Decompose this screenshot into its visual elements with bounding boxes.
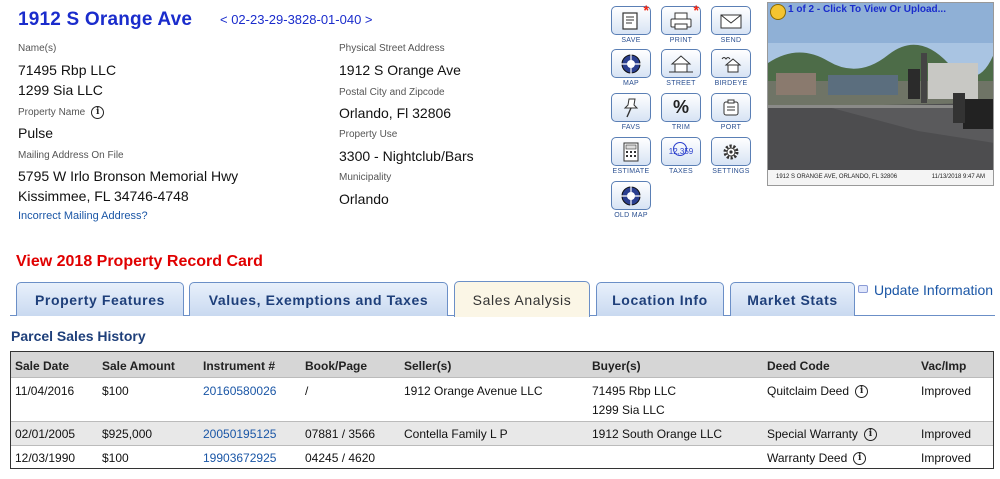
instrument-link[interactable]: 20160580026 bbox=[203, 384, 276, 398]
print-button[interactable]: * PRINT bbox=[659, 2, 703, 44]
page-title: 1912 S Orange Ave bbox=[18, 9, 193, 30]
incorrect-mailing-address-link[interactable]: Incorrect Mailing Address? bbox=[18, 210, 148, 222]
taxes-button[interactable]: 12,359 TAXES bbox=[659, 137, 703, 175]
col-deed-code: Deed Code bbox=[767, 359, 830, 373]
names-label: Name(s) bbox=[18, 43, 57, 54]
info-icon[interactable]: i bbox=[863, 428, 877, 442]
parcel-id-link[interactable]: < 02-23-29-3828-01-040 > bbox=[220, 12, 373, 27]
mailing-address-line1: 5795 W Irlo Bronson Memorial Hwy bbox=[18, 168, 239, 184]
taxes-magnifier-icon: 12,359 bbox=[669, 142, 693, 156]
save-icon bbox=[622, 11, 638, 30]
info-icon[interactable]: i bbox=[853, 452, 867, 466]
property-name-label-text: Property Name bbox=[18, 107, 86, 119]
postal-city-label: Postal City and Zipcode bbox=[339, 87, 445, 98]
printer-icon bbox=[670, 12, 692, 29]
tab-property-features[interactable]: Property Features bbox=[16, 282, 184, 316]
favs-button[interactable]: FAVS bbox=[609, 93, 653, 131]
property-name-value: Pulse bbox=[18, 125, 54, 141]
tab-values-exemptions-taxes[interactable]: Values, Exemptions and Taxes bbox=[189, 282, 448, 316]
property-name-label: Property Name i bbox=[18, 106, 105, 119]
star-icon: * bbox=[643, 2, 649, 18]
col-sale-date: Sale Date bbox=[15, 359, 70, 373]
camera-badge-icon bbox=[770, 4, 786, 20]
postal-city-value: Orlando, Fl 32806 bbox=[339, 105, 452, 121]
star-icon: * bbox=[693, 2, 699, 18]
trim-button[interactable]: % TRIM bbox=[659, 93, 703, 131]
tab-market-stats[interactable]: Market Stats bbox=[730, 282, 855, 316]
col-sale-amount: Sale Amount bbox=[102, 359, 175, 373]
calculator-icon bbox=[623, 142, 639, 161]
property-record-card-link[interactable]: View 2018 Property Record Card bbox=[16, 253, 263, 271]
mailing-address-label: Mailing Address On File bbox=[18, 150, 124, 161]
instrument-link[interactable]: 19903672925 bbox=[203, 451, 276, 465]
compass-icon bbox=[621, 53, 641, 74]
photo-count-link[interactable]: 1 of 2 - Click To View Or Upload... bbox=[788, 4, 946, 15]
port-button[interactable]: PORT bbox=[709, 93, 753, 131]
house-icon bbox=[669, 54, 693, 72]
col-instrument: Instrument # bbox=[203, 359, 276, 373]
photo-caption-date: 11/13/2018 9:47 AM bbox=[931, 174, 985, 180]
save-button[interactable]: * SAVE bbox=[609, 2, 653, 44]
pushpin-icon bbox=[623, 98, 639, 117]
photo-caption: 1912 S ORANGE AVE, ORLANDO, FL 32806 11/… bbox=[768, 170, 993, 185]
info-icon[interactable]: i bbox=[91, 106, 105, 119]
municipality-value: Orlando bbox=[339, 191, 389, 207]
street-view-image bbox=[768, 3, 993, 185]
old-map-button[interactable]: OLD MAP bbox=[609, 181, 653, 219]
tab-location-info[interactable]: Location Info bbox=[596, 282, 724, 316]
section-title: Parcel Sales History bbox=[11, 328, 146, 344]
tab-sales-analysis[interactable]: Sales Analysis bbox=[454, 281, 590, 317]
col-vac-imp: Vac/Imp bbox=[921, 359, 967, 373]
property-use-label: Property Use bbox=[339, 129, 398, 140]
instrument-link[interactable]: 20050195125 bbox=[203, 427, 276, 441]
street-address-value: 1912 S Orange Ave bbox=[339, 62, 461, 78]
envelope-icon bbox=[720, 14, 742, 28]
table-header-row: Sale Date Sale Amount Instrument # Book/… bbox=[11, 352, 993, 377]
birdeye-button[interactable]: BIRDEYE bbox=[709, 49, 753, 87]
col-book-page: Book/Page bbox=[305, 359, 368, 373]
update-information-link[interactable]: Update Information bbox=[858, 282, 993, 298]
info-icon[interactable]: i bbox=[855, 385, 869, 399]
portfolio-icon bbox=[723, 99, 739, 115]
table-row: 02/01/2005 $925,000 20050195125 07881 / … bbox=[11, 421, 993, 445]
percent-icon: % bbox=[672, 97, 689, 117]
sales-history-table: Sale Date Sale Amount Instrument # Book/… bbox=[10, 351, 994, 469]
mailing-address-line2: Kissimmee, FL 34746-4748 bbox=[18, 188, 189, 204]
bird-house-icon bbox=[721, 56, 742, 72]
owner-name-2: 1299 Sia LLC bbox=[18, 82, 103, 98]
gear-icon bbox=[723, 144, 739, 159]
property-photo[interactable]: 1 of 2 - Click To View Or Upload... 1912… bbox=[767, 2, 994, 186]
col-buyers: Buyer(s) bbox=[592, 359, 641, 373]
municipality-label: Municipality bbox=[339, 172, 392, 183]
property-use-value: 3300 - Nightclub/Bars bbox=[339, 148, 474, 164]
map-button[interactable]: MAP bbox=[609, 49, 653, 87]
settings-button[interactable]: SETTINGS bbox=[709, 137, 753, 175]
photo-caption-address: 1912 S ORANGE AVE, ORLANDO, FL 32806 bbox=[776, 174, 898, 180]
street-address-label: Physical Street Address bbox=[339, 43, 445, 54]
compass-icon bbox=[621, 185, 641, 206]
table-row: 12/03/1990 $100 19903672925 04245 / 4620… bbox=[11, 445, 993, 468]
col-sellers: Seller(s) bbox=[404, 359, 452, 373]
street-button[interactable]: STREET bbox=[659, 49, 703, 87]
owner-name-1: 71495 Rbp LLC bbox=[18, 62, 117, 78]
comment-icon bbox=[858, 285, 868, 293]
table-row: 11/04/2016 $100 20160580026 / 1912 Orang… bbox=[11, 377, 993, 421]
estimate-button[interactable]: ESTIMATE bbox=[609, 137, 653, 175]
send-button[interactable]: SEND bbox=[709, 6, 753, 44]
